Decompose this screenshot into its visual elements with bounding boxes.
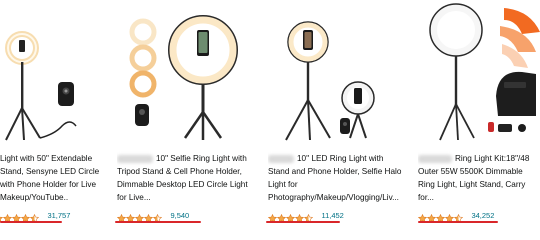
title-line: Light for <box>268 180 298 189</box>
product-title[interactable]: Ring Light Kit:18"/48 Outer 55W 5500K Di… <box>418 152 529 204</box>
star-icon <box>117 210 127 223</box>
star-icon <box>20 210 31 223</box>
star-icon <box>444 210 455 223</box>
star-icon <box>11 210 22 223</box>
product-image[interactable] <box>418 0 540 145</box>
redacted-brand <box>268 154 294 163</box>
title-line: with Phone Holder for Live <box>0 180 97 189</box>
star-icon <box>276 210 287 223</box>
star-icon <box>453 210 464 223</box>
star-icon <box>285 210 296 223</box>
highlight-underline <box>418 221 498 223</box>
title-line: for Live... <box>117 193 151 202</box>
product-image[interactable] <box>117 0 265 145</box>
rating-row[interactable]: 11,452 <box>268 206 344 223</box>
star-icon <box>435 210 446 223</box>
review-count[interactable]: 9,540 <box>170 211 189 220</box>
title-line: 10'' LED Ring Light with <box>268 152 401 165</box>
title-line: Light with 50" Extendable <box>0 154 93 163</box>
title-line: Tripod Stand & Cell Phone Holder, <box>117 167 242 176</box>
rating-row[interactable]: 9,540 <box>117 206 189 223</box>
title-line: Stand and Phone Holder, Selfie Halo <box>268 167 402 176</box>
title-line: Makeup/YouTube.. <box>0 193 69 202</box>
highlight-underline <box>115 221 201 223</box>
title-line: for... <box>418 193 434 202</box>
ring-light-desktop-image <box>129 15 238 140</box>
star-icon <box>2 210 13 223</box>
star-icon <box>143 210 154 223</box>
redacted-brand <box>117 154 153 163</box>
title-line: Ring Light, Light Stand, Carry <box>418 180 526 189</box>
ring-light-kit-image <box>429 3 540 141</box>
review-count[interactable]: 11,452 <box>321 211 343 220</box>
highlight-underline <box>266 221 340 223</box>
ring-light-tripod-halo-image <box>285 21 375 141</box>
product-image[interactable] <box>268 0 416 145</box>
product-image[interactable] <box>0 0 110 145</box>
redacted-brand <box>418 154 452 163</box>
review-count[interactable]: 34,252 <box>471 211 494 220</box>
title-line-text: 10'' LED Ring Light with <box>297 154 384 163</box>
title-line: Photography/Makeup/Vlogging/Liv... <box>268 193 399 202</box>
search-results-grid: Light with 50" Extendable Stand, Sensyne… <box>0 0 540 240</box>
review-count[interactable]: 31,757 <box>47 211 70 220</box>
product-card-1[interactable]: Light with 50" Extendable Stand, Sensyne… <box>0 0 110 240</box>
title-line-text: 10" Selfie Ring Light with <box>156 154 247 163</box>
star-icon <box>152 210 163 223</box>
product-card-4[interactable]: Ring Light Kit:18"/48 Outer 55W 5500K Di… <box>418 0 540 240</box>
star-icon <box>418 210 428 223</box>
star-icon <box>29 210 40 223</box>
star-icon <box>294 210 305 223</box>
rating-row[interactable]: 31,757 <box>0 206 70 223</box>
title-line: 10" Selfie Ring Light with <box>117 152 248 165</box>
star-icon <box>125 210 136 223</box>
product-title[interactable]: Light with 50" Extendable Stand, Sensyne… <box>0 152 99 204</box>
title-line: Stand, Sensyne LED Circle <box>0 167 100 176</box>
title-line: Outer 55W 5500K Dimmable <box>418 167 523 176</box>
product-title[interactable]: 10" Selfie Ring Light with Tripod Stand … <box>117 152 248 204</box>
star-icon <box>303 210 314 223</box>
title-line: Dimmable Desktop LED Circle Light <box>117 180 248 189</box>
product-card-3[interactable]: 10'' LED Ring Light with Stand and Phone… <box>268 0 416 240</box>
rating-row[interactable]: 34,252 <box>418 206 494 223</box>
product-title[interactable]: 10'' LED Ring Light with Stand and Phone… <box>268 152 401 204</box>
star-icon <box>268 210 278 223</box>
title-line-text: Ring Light Kit:18"/48 <box>455 154 530 163</box>
title-line: Ring Light Kit:18"/48 <box>418 152 529 165</box>
product-card-2[interactable]: 10" Selfie Ring Light with Tripod Stand … <box>117 0 265 240</box>
highlight-underline <box>0 221 62 223</box>
ring-light-tripod-image <box>5 31 77 141</box>
star-icon <box>134 210 145 223</box>
star-icon <box>426 210 437 223</box>
